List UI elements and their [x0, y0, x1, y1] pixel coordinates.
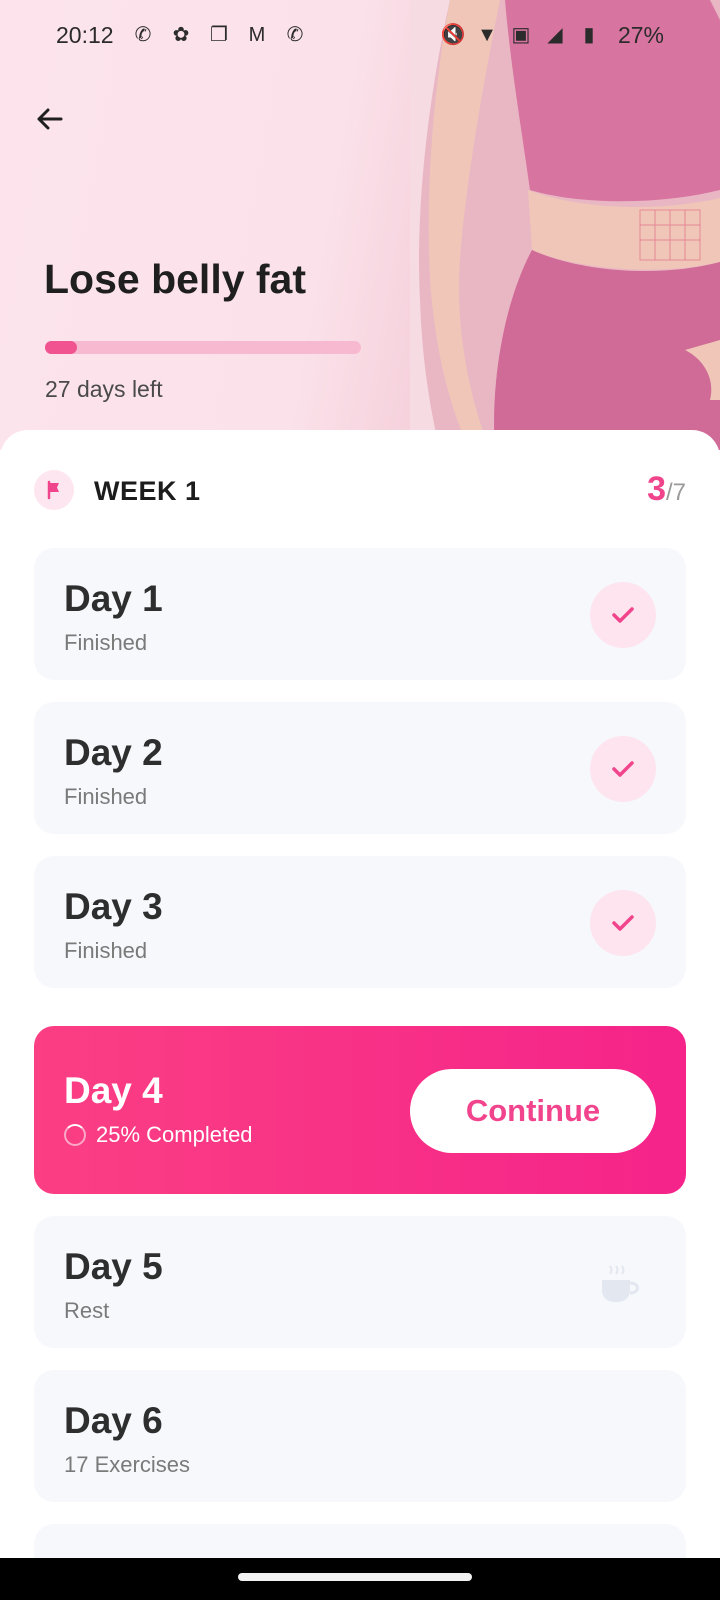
- flag-icon: [47, 480, 59, 500]
- home-indicator[interactable]: [238, 1573, 472, 1581]
- battery-percent: 27%: [617, 22, 664, 48]
- whatsapp-icon: ✆: [286, 24, 304, 46]
- check-icon: [612, 915, 634, 931]
- week-label: WEEK 1: [94, 476, 201, 506]
- status-time: 20:12: [56, 22, 114, 48]
- day-status: Finished: [64, 784, 148, 809]
- page-title: Lose belly fat: [44, 256, 307, 302]
- system-nav-bar: [0, 1558, 720, 1600]
- volte-icon: ▣: [511, 24, 531, 46]
- whatsapp-icon: ✆: [134, 24, 152, 46]
- day-status: Rest: [64, 1298, 110, 1323]
- plan-progress-fill: [45, 341, 77, 354]
- day-status: 17 Exercises: [64, 1452, 190, 1477]
- gmail-icon: M: [248, 24, 266, 46]
- day-progress: 25% Completed: [64, 1122, 253, 1148]
- day-status: Finished: [64, 630, 148, 655]
- day-title: Day 2: [64, 732, 163, 773]
- plan-progress-bar: [45, 341, 361, 354]
- day-card-5[interactable]: Day 5 Rest: [34, 1216, 686, 1348]
- day-title: Day 1: [64, 578, 163, 619]
- day-card-2[interactable]: Day 2 Finished: [34, 702, 686, 834]
- day-status: Finished: [64, 938, 148, 963]
- finished-badge: [590, 890, 656, 956]
- continue-button[interactable]: Continue: [410, 1069, 656, 1153]
- coffee-cup-icon: [602, 1265, 639, 1302]
- week-header: WEEK 1 3/7: [34, 470, 686, 512]
- app-screen: 20:12 ✆ ✿ ❐ M ✆ 🔇 ▼ ▣ ◢ ▮ 27% Lose belly: [0, 0, 720, 1558]
- day-title: Day 5: [64, 1246, 163, 1287]
- day-card-1[interactable]: Day 1 Finished: [34, 548, 686, 680]
- day-title: Day 3: [64, 886, 163, 927]
- day-card-3[interactable]: Day 3 Finished: [34, 856, 686, 988]
- notification-icons: ✆ ✿ ❐ M ✆: [130, 22, 308, 48]
- week-completed-count: 3: [647, 470, 666, 508]
- progress-ring-icon: [64, 1124, 86, 1146]
- days-left-label: 27 days left: [45, 376, 163, 402]
- day-progress-text: 25% Completed: [96, 1122, 253, 1147]
- signal-icon: ◢: [547, 24, 563, 46]
- day-card-4-current[interactable]: Day 4 25% Completed Continue: [34, 1026, 686, 1194]
- hero-banner: 20:12 ✆ ✿ ❐ M ✆ 🔇 ▼ ▣ ◢ ▮ 27% Lose belly: [0, 0, 720, 450]
- week-progress: 3/7: [647, 470, 686, 509]
- check-icon: [612, 607, 634, 623]
- finished-badge: [590, 582, 656, 648]
- finished-badge: [590, 736, 656, 802]
- day-title: Day 6: [64, 1400, 163, 1441]
- week-total-count: /7: [665, 479, 686, 506]
- day-card-6[interactable]: Day 6 17 Exercises: [34, 1370, 686, 1502]
- flag-badge: [34, 470, 74, 510]
- status-bar: 20:12 ✆ ✿ ❐ M ✆ 🔇 ▼ ▣ ◢ ▮ 27%: [0, 0, 720, 72]
- mute-icon: 🔇: [440, 24, 466, 46]
- copy-icon: ❐: [210, 24, 228, 46]
- back-button[interactable]: [26, 96, 72, 142]
- battery-icon: ▮: [583, 24, 595, 46]
- day-card-7[interactable]: [34, 1524, 686, 1558]
- week-panel: WEEK 1 3/7 Day 1 Finished Day 2 Finished…: [0, 430, 720, 1558]
- system-icons: 🔇 ▼ ▣ ◢ ▮: [440, 22, 602, 48]
- back-arrow-icon: [37, 108, 63, 130]
- wifi-icon: ▼: [477, 24, 497, 46]
- check-icon: [612, 761, 634, 777]
- notification-icon: ✿: [172, 24, 190, 46]
- day-title: Day 4: [64, 1070, 163, 1111]
